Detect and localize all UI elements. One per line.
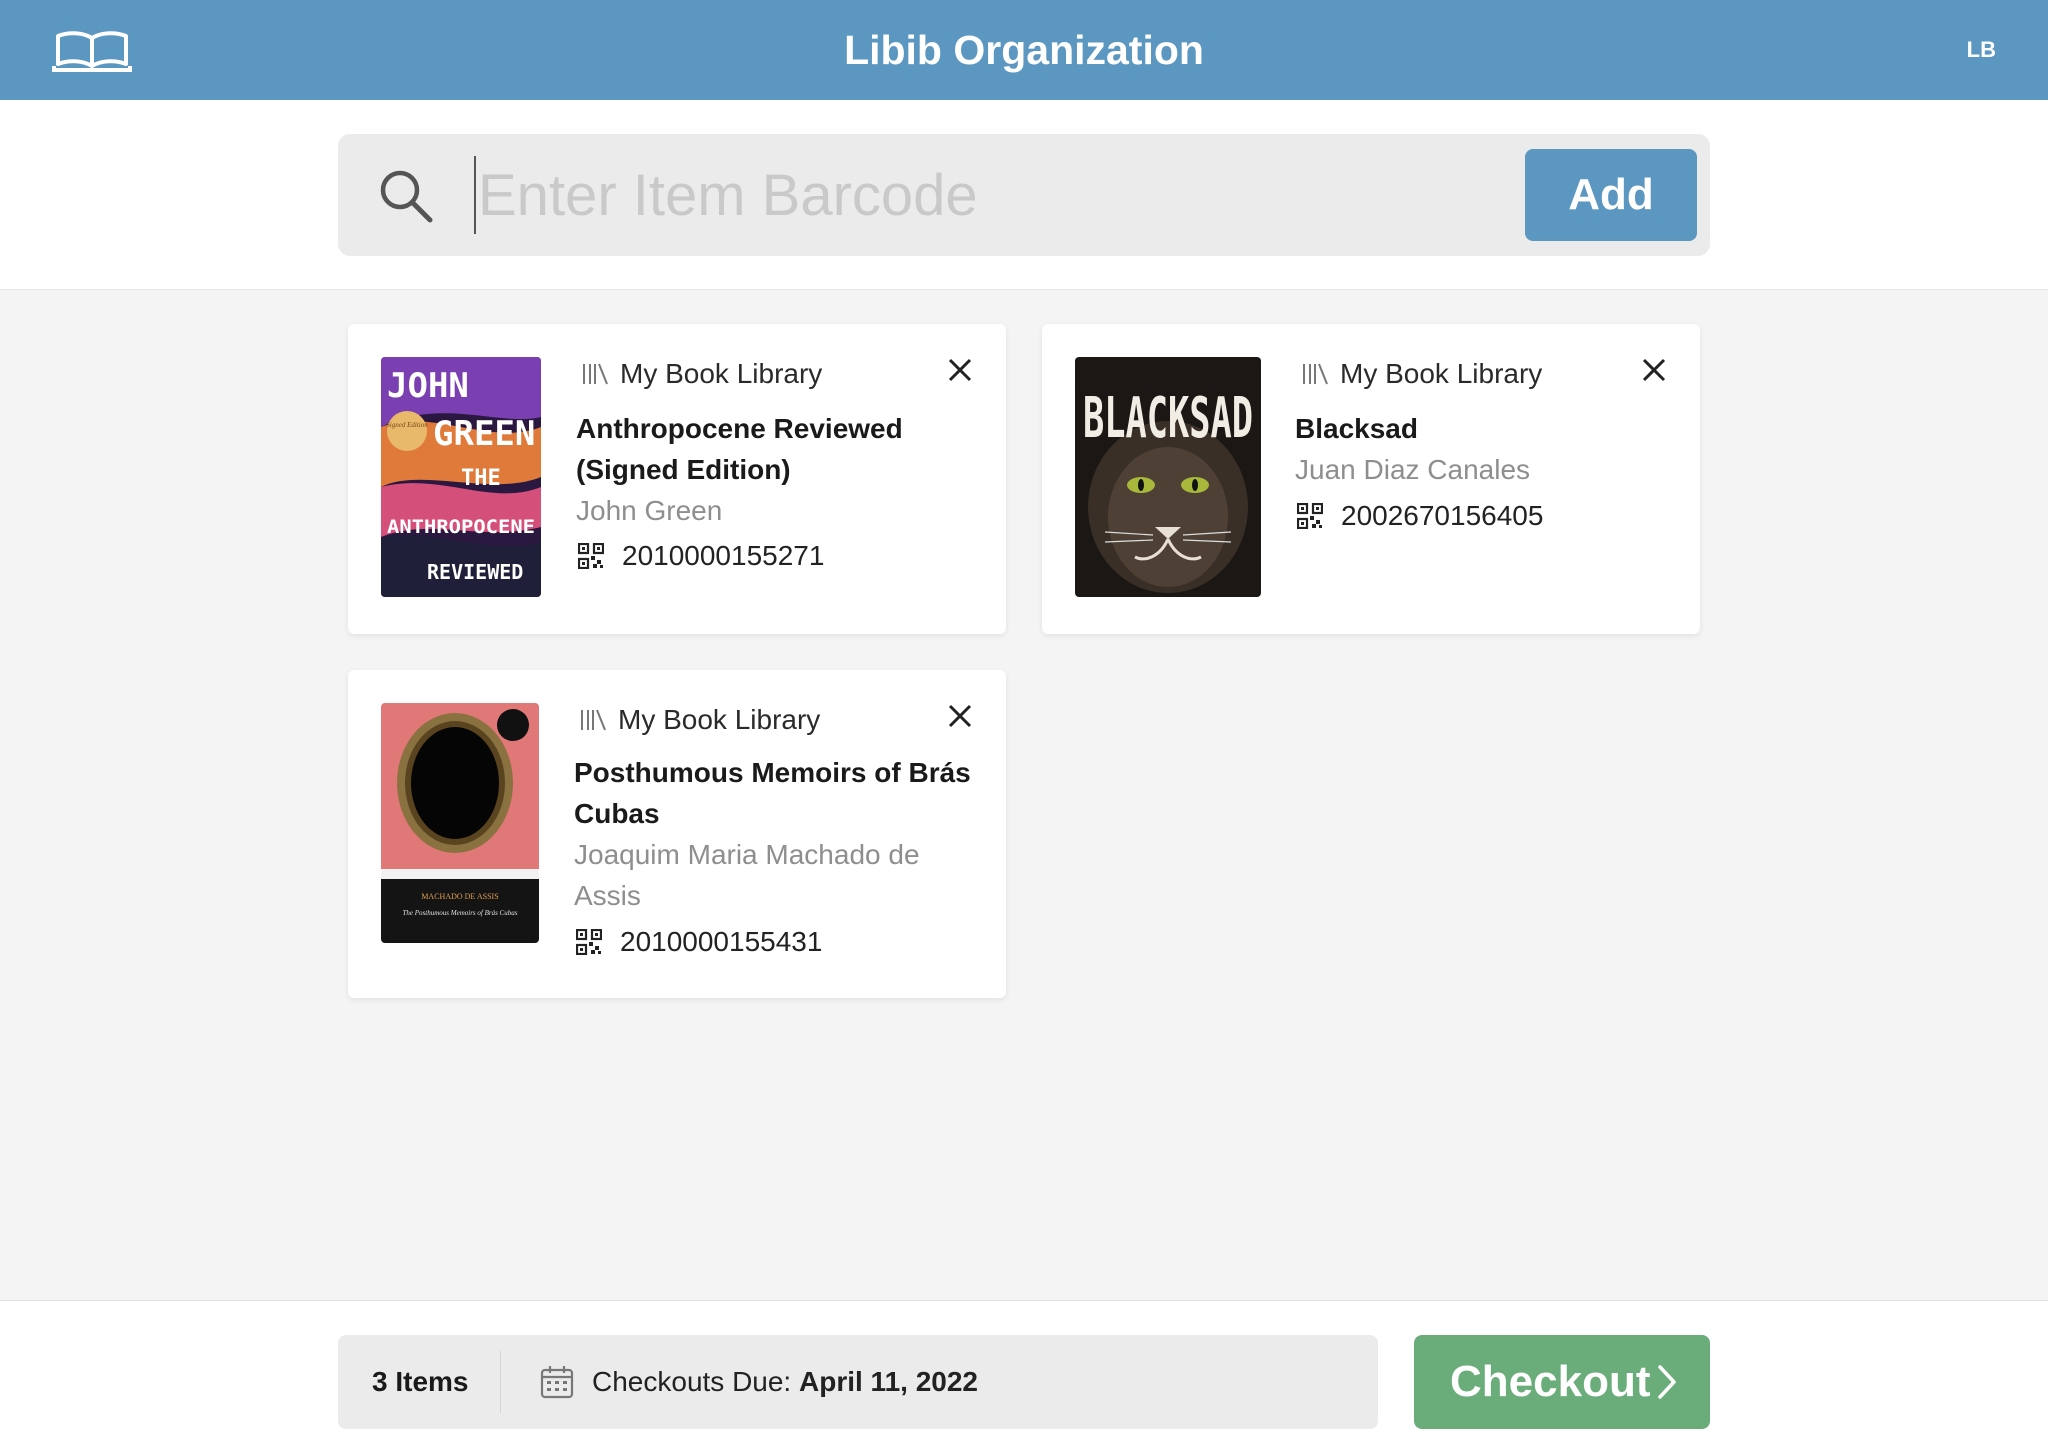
user-avatar[interactable]: LB — [1967, 0, 1996, 100]
search-section: Add — [0, 100, 2048, 290]
library-label: My Book Library — [580, 358, 822, 390]
cover-text: REVIEWED — [427, 560, 523, 584]
chevron-right-icon — [1658, 1365, 1676, 1399]
due-date-value: April 11, 2022 — [799, 1366, 979, 1397]
library-shelf-icon — [583, 363, 608, 385]
book-cover-image: BLACKSAD — [1075, 357, 1261, 597]
summary-divider — [500, 1351, 501, 1413]
item-author: John Green — [576, 490, 722, 531]
item-title-line: Cubas — [574, 798, 660, 829]
barcode-number: 2002670156405 — [1341, 500, 1544, 531]
cover-badge: Signed Edition — [386, 421, 428, 429]
remove-item-close-icon[interactable] — [1638, 354, 1670, 386]
due-date-label[interactable]: Checkouts Due: April 11, 2022 — [592, 1335, 978, 1429]
cover-text: The Posthumous Memoirs of Brás Cubas — [403, 909, 518, 917]
item-card: Signed Edition JOHN GREEN THE ANTHROPOCE… — [348, 324, 1006, 634]
item-author: Juan Diaz Canales — [1295, 449, 1530, 490]
item-title[interactable]: Anthropocene Reviewed (Signed Edition) — [576, 408, 903, 490]
app-title: Libib Organization — [844, 27, 1204, 73]
item-barcode: 2010000155271 — [578, 540, 824, 572]
cover-text: GREEN — [433, 414, 535, 454]
library-shelf-icon — [581, 709, 606, 731]
item-author-line: Joaquim Maria Machado de — [574, 839, 920, 870]
book-cover-image: Signed Edition JOHN GREEN THE ANTHROPOCE… — [381, 357, 541, 597]
cover-text: ANTHROPOCENE — [387, 516, 535, 538]
library-shelf-icon — [1303, 363, 1328, 385]
cover-text: THE — [461, 466, 501, 491]
barcode-search-input[interactable] — [474, 156, 1524, 234]
search-icon — [380, 170, 433, 223]
item-title-line: (Signed Edition) — [576, 454, 791, 485]
library-name: My Book Library — [1340, 358, 1543, 389]
book-cover-image: MACHADO DE ASSIS The Posthumous Memoirs … — [381, 703, 539, 943]
item-barcode: 2010000155431 — [576, 926, 822, 958]
cover-text: JOHN — [387, 366, 469, 406]
item-author-line: Juan Diaz Canales — [1295, 454, 1531, 485]
item-author-line: John Green — [576, 495, 723, 526]
remove-item-close-icon[interactable] — [944, 700, 976, 732]
qr-code-icon — [578, 543, 604, 569]
qr-code-icon — [576, 929, 602, 955]
item-title-line: Posthumous Memoirs of Brás — [574, 757, 971, 788]
checkout-label: Checkout — [1450, 1357, 1651, 1406]
add-item-button[interactable]: Add — [1525, 149, 1697, 241]
due-label-text: Checkouts Due: — [592, 1366, 792, 1397]
search-bar: Add — [338, 134, 1710, 256]
library-name: My Book Library — [620, 358, 823, 389]
item-barcode: 2002670156405 — [1297, 500, 1543, 532]
calendar-icon[interactable] — [540, 1365, 574, 1399]
item-title[interactable]: Blacksad — [1295, 408, 1418, 449]
barcode-number: 2010000155271 — [622, 540, 825, 571]
item-card: BLACKSAD My Book Library Blacksad Juan D… — [1042, 324, 1700, 634]
library-label: My Book Library — [578, 704, 820, 736]
app-header: Libib Organization LB — [0, 0, 2048, 100]
item-title[interactable]: Posthumous Memoirs of Brás Cubas — [574, 752, 971, 834]
barcode-number: 2010000155431 — [620, 926, 823, 957]
item-count: 3 Items — [372, 1366, 469, 1397]
library-name: My Book Library — [618, 704, 821, 735]
library-label: My Book Library — [1300, 358, 1542, 390]
qr-code-icon — [1297, 503, 1323, 529]
item-title-line: Anthropocene Reviewed — [576, 413, 903, 444]
cover-text: MACHADO DE ASSIS — [421, 892, 498, 901]
cover-text: BLACKSAD — [1083, 386, 1253, 451]
checkout-summary: 3 Items Checkouts Due: April 11, 2022 — [338, 1335, 1378, 1429]
item-title-line: Blacksad — [1295, 413, 1418, 444]
remove-item-close-icon[interactable] — [944, 354, 976, 386]
item-author-line: Assis — [574, 880, 641, 911]
item-author: Joaquim Maria Machado de Assis — [574, 834, 920, 916]
checkout-button[interactable]: Checkout — [1414, 1335, 1710, 1429]
checkout-footer: 3 Items Checkouts Due: April 11, 2022 Ch… — [0, 1300, 2048, 1448]
item-card: MACHADO DE ASSIS The Posthumous Memoirs … — [348, 670, 1006, 998]
